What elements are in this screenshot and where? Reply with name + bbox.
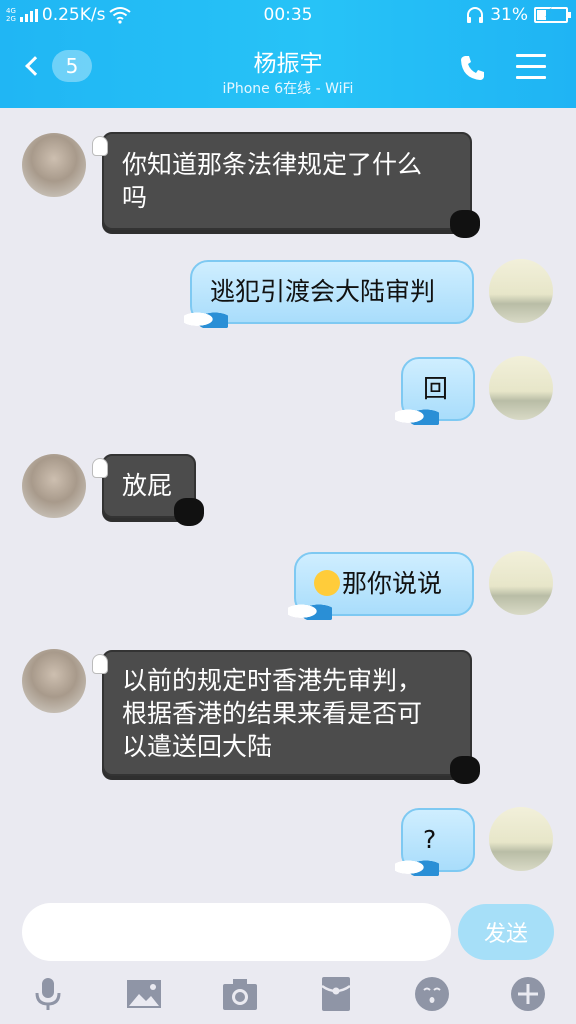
friend-avatar[interactable] (22, 649, 86, 713)
ghost-icon (92, 136, 108, 156)
contact-online-status: iPhone 6在线 - WiFi (222, 81, 354, 97)
message-text: 吗 (122, 183, 148, 212)
emoji-button[interactable] (412, 974, 452, 1014)
my-message-bubble[interactable]: ? (395, 808, 475, 876)
menu-button[interactable] (516, 54, 546, 80)
friend-message-bubble[interactable]: 以前的规定时香港先审判， 根据香港的结果来看是否可 以遣送回大陆 (92, 650, 480, 784)
black-cat-icon (174, 498, 204, 526)
message-text: 逃犯引渡会大陆审判 (210, 277, 436, 306)
camera-button[interactable] (220, 974, 260, 1014)
message-list[interactable]: 你知道那条法律规定了什么 吗 逃犯引渡会大陆审判 回 放屁 那你说说 以前的规定… (0, 108, 576, 888)
friend-message-bubble[interactable]: 放屁 (92, 454, 204, 526)
plus-icon (511, 977, 545, 1011)
message-input[interactable] (22, 903, 451, 961)
charging-icon: ⚡ (544, 6, 554, 21)
voice-button[interactable] (28, 974, 68, 1014)
my-avatar[interactable] (489, 259, 553, 323)
message-text: 你知道那条法律规定了什么 (122, 150, 423, 179)
status-right: 31% ⚡ (466, 5, 571, 25)
message-text: 根据香港的结果来看是否可 (122, 699, 423, 728)
my-avatar[interactable] (489, 356, 553, 420)
headphones-icon (467, 7, 484, 23)
composer: 发送 (0, 888, 576, 1024)
friend-avatar[interactable] (22, 133, 86, 197)
black-cat-icon (450, 756, 480, 784)
red-packet-icon (321, 977, 351, 1011)
more-button[interactable] (508, 974, 548, 1014)
black-cat-icon (450, 210, 480, 238)
message-text: 放屁 (122, 471, 173, 500)
my-message-bubble[interactable]: 那你说说 (288, 552, 474, 620)
microphone-icon (35, 978, 61, 1010)
battery-percent: 31% (490, 5, 528, 25)
emoji-icon (415, 977, 449, 1011)
my-avatar[interactable] (489, 807, 553, 871)
chat-header: 4G 2G 0.25K/s 00:35 31% ⚡ 5 杨振宇 iPhone 6… (0, 0, 576, 108)
wave-icon (184, 306, 228, 328)
message-text: 那你说说 (342, 569, 443, 598)
friend-message-bubble[interactable]: 你知道那条法律规定了什么 吗 (92, 132, 480, 238)
message-text: 回 (423, 374, 449, 403)
contact-name[interactable]: 杨振宇 (0, 44, 576, 78)
wave-icon (288, 598, 332, 620)
camera-icon (223, 979, 257, 1010)
ghost-icon (92, 458, 108, 478)
message-content: 那你说说 (314, 567, 454, 600)
send-button[interactable]: 发送 (458, 904, 554, 960)
red-packet-button[interactable] (316, 974, 356, 1014)
battery-icon: ⚡ (534, 6, 571, 23)
friend-avatar[interactable] (22, 454, 86, 518)
wave-icon (395, 403, 439, 425)
message-text: ? (423, 825, 437, 854)
message-text: 以前的规定时香港先审判， (122, 666, 423, 695)
photo-button[interactable] (124, 974, 164, 1014)
phone-icon (461, 56, 484, 80)
message-text: 以遣送回大陆 (122, 732, 273, 761)
input-toolbar (0, 974, 576, 1024)
my-message-bubble[interactable]: 逃犯引渡会大陆审判 (184, 260, 474, 328)
ghost-icon (92, 654, 108, 674)
image-icon (127, 980, 161, 1008)
my-avatar[interactable] (489, 551, 553, 615)
thinking-emoji-icon (314, 570, 340, 596)
phone-call-button[interactable] (458, 53, 488, 83)
my-message-bubble[interactable]: 回 (395, 357, 475, 425)
status-bar: 4G 2G 0.25K/s 00:35 31% ⚡ (0, 0, 576, 32)
wave-icon (395, 854, 439, 876)
